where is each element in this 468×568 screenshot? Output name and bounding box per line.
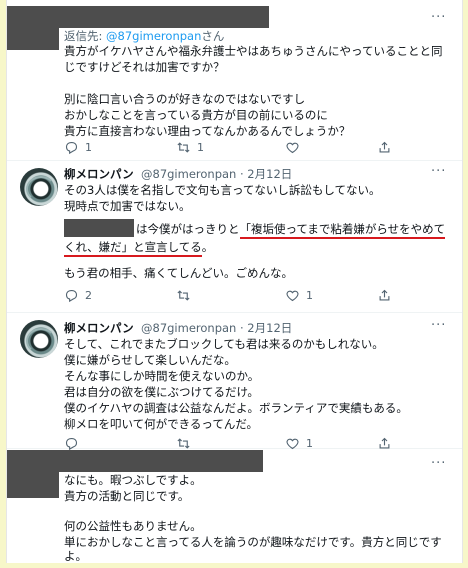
retweet-icon xyxy=(177,142,190,153)
heart-icon xyxy=(286,142,299,154)
tweet-text-line: 貴方がイケハヤさんや福永弁護士やはあちゅうさんにやっていることと同 xyxy=(64,44,443,58)
heart-icon xyxy=(286,290,299,302)
underlined-text: 「複垢使ってまで粘着嫌がらせをやめて xyxy=(239,222,446,239)
share-icon xyxy=(379,289,390,301)
share-icon xyxy=(379,141,390,153)
tweet-text-line: 単におかしなこと言ってる人を論うのが趣味なだけです。貴方と同じです xyxy=(64,535,442,549)
tweet-2[interactable]: 柳メロンパン @87gimeronpan · 2月12日 ··· その3人は僕を… xyxy=(7,160,462,313)
author-name[interactable]: 柳メロンパン xyxy=(64,320,134,336)
reply-button[interactable]: 1 xyxy=(64,140,92,155)
redacted-name xyxy=(64,219,134,237)
tweet-text-line: 何の公益性もありません。 xyxy=(64,519,202,533)
reply-to-suffix: さん xyxy=(201,29,225,43)
tweet-text-line: 君は自分の欲を僕にぶつけてるだけ。 xyxy=(64,385,259,399)
like-count: 1 xyxy=(306,289,313,302)
tweet-actions: 1 1 xyxy=(64,140,454,156)
like-button[interactable] xyxy=(285,140,306,155)
tweet-text-line: じですけどそれは加害ですか？ xyxy=(64,60,225,74)
tweet-text-line: そして、これでまたブロックしても君は来るのかもしれない。 xyxy=(64,337,384,351)
more-options-icon[interactable]: ··· xyxy=(431,456,446,471)
author-name[interactable]: 柳メロンパン xyxy=(64,166,134,182)
tweet-text-line: 僕のイケハヤの調査は公益なんだよ。ボランティアで実績もある。 xyxy=(64,401,408,415)
redaction-bar xyxy=(7,6,269,28)
tweet-text-line: おかしなことを言っている貴方が目の前にいるのに xyxy=(64,108,328,122)
author-handle-date[interactable]: @87gimeronpan · 2月12日 xyxy=(141,166,292,182)
tweet-text-line: その3人は僕を名指しで文句も言ってないし訴訟もしてない。 xyxy=(64,183,381,197)
tweet-text-line: もう君の相手、痛くてしんどい。ごめんな。 xyxy=(64,266,293,280)
tweet-text-line: そんな事にしか時間を使えないのか。 xyxy=(64,369,260,383)
reply-to-prefix: 返信先: xyxy=(64,29,103,43)
retweet-count: 1 xyxy=(197,141,204,154)
tweet-4[interactable]: ··· なにも。暇つぶしですよ。 貴方の活動と同じです。 何の公益性もありません… xyxy=(7,448,462,563)
reply-to-label: 返信先: @87gimeronpanさん xyxy=(64,28,224,44)
tweet-text-line: 別に陰口言い合うのが好きなのではないですし xyxy=(64,92,306,106)
text-segment: 。 xyxy=(201,240,214,254)
timeline: ··· 返信先: @87gimeronpanさん 貴方がイケハヤさんや福永弁護士… xyxy=(6,0,463,563)
share-button[interactable] xyxy=(377,288,392,303)
reply-icon xyxy=(65,289,78,303)
like-button[interactable]: 1 xyxy=(285,288,313,303)
retweet-icon xyxy=(177,290,190,301)
reply-icon xyxy=(65,141,78,155)
avatar[interactable] xyxy=(20,168,58,206)
avatar[interactable] xyxy=(20,320,58,358)
tweet-text-line: 僕に嫌がらせして楽しいんだな。 xyxy=(64,353,236,367)
retweet-button[interactable] xyxy=(176,288,197,303)
text-segment: は今僕がはっきりと xyxy=(136,222,240,236)
tweet-text-line: よ。 xyxy=(64,549,87,563)
more-options-icon[interactable]: ··· xyxy=(431,164,446,179)
redaction-bar xyxy=(7,450,263,472)
tweet-text-line: 貴方に直接言わない理由ってなんかあるんでしょうか？ xyxy=(64,124,351,138)
tweet-text-line: 貴方の活動と同じです。 xyxy=(64,489,190,503)
tweet-text-line: くれ、嫌だ」と宣言してる。 xyxy=(64,239,214,257)
redacted-avatar xyxy=(7,28,59,50)
tweet-text-line: 現時点で加害ではない。 xyxy=(64,199,191,213)
retweet-button[interactable]: 1 xyxy=(176,140,204,155)
tweet-text-line: 柳メロを叩いて何ができるってんだ。 xyxy=(64,417,259,431)
reply-button[interactable]: 2 xyxy=(64,288,92,303)
tweet-actions: 2 1 xyxy=(64,288,454,304)
reply-count: 2 xyxy=(85,289,92,302)
underlined-text: くれ、嫌だ」と宣言してる xyxy=(64,240,202,257)
more-options-icon[interactable]: ··· xyxy=(431,10,446,25)
redacted-avatar xyxy=(7,472,59,498)
tweet-text-line: なにも。暇つぶしですよ。 xyxy=(64,473,202,487)
tweet-text-line: は今僕がはっきりと「複垢使ってまで粘着嫌がらせをやめて xyxy=(136,221,446,239)
reply-count: 1 xyxy=(85,141,92,154)
tweet-3[interactable]: 柳メロンパン @87gimeronpan · 2月12日 ··· そして、これで… xyxy=(7,312,462,451)
tweet-1[interactable]: ··· 返信先: @87gimeronpanさん 貴方がイケハヤさんや福永弁護士… xyxy=(7,0,462,161)
share-button[interactable] xyxy=(377,140,392,155)
reply-to-handle[interactable]: @87gimeronpan xyxy=(106,29,201,43)
author-handle-date[interactable]: @87gimeronpan · 2月12日 xyxy=(141,320,292,336)
more-options-icon[interactable]: ··· xyxy=(431,318,446,333)
